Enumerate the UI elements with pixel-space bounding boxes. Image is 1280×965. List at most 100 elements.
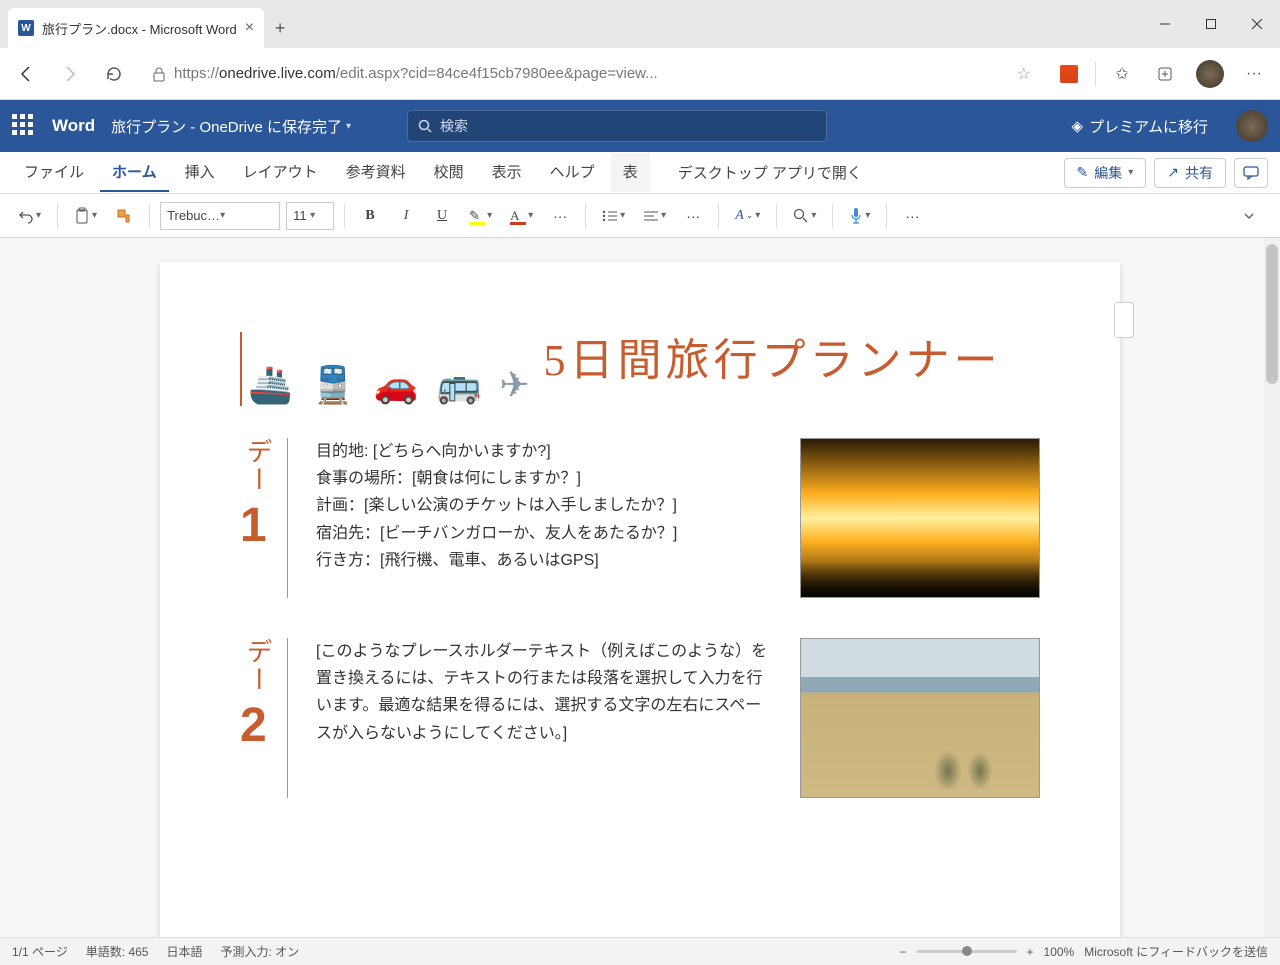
tab-layout[interactable]: レイアウト [231, 153, 330, 192]
day1-label: デー 1 [240, 438, 288, 598]
paste-button[interactable]: ▾ [68, 201, 103, 231]
zoom-in-button[interactable]: + [1027, 945, 1034, 959]
day2-body[interactable]: [このようなプレースホルダーテキスト（例えばこのような）を置き換えるには、テキス… [316, 638, 772, 798]
table-handle[interactable] [1114, 302, 1134, 338]
plane-icon: ✈ [499, 364, 529, 406]
tab-review[interactable]: 校閲 [422, 153, 476, 192]
comments-button[interactable] [1234, 158, 1268, 188]
maximize-button[interactable] [1188, 0, 1234, 48]
more-para-button[interactable]: ··· [678, 201, 708, 231]
train-icon: 🚆 [311, 364, 356, 406]
tab-references[interactable]: 参考資料 [334, 153, 418, 192]
document-page[interactable]: 🚢 🚆 🚗 🚌 ✈ 5日間旅行プランナー デー 1 目的地: [どちらへ向かいま… [160, 262, 1120, 937]
underline-button[interactable]: U [427, 201, 457, 231]
office-icon[interactable] [1051, 56, 1087, 92]
zoom-slider[interactable] [917, 950, 1017, 953]
day2-label: デー 2 [240, 638, 288, 798]
bold-button[interactable]: B [355, 201, 385, 231]
ribbon-toolbar: ▾ ▾ Trebuchet MS (...▾ 11▾ B I U ✎▾ A▾ ·… [0, 194, 1280, 238]
car-icon: 🚗 [374, 364, 419, 406]
premium-button[interactable]: ◈ プレミアムに移行 [1072, 116, 1209, 137]
account-avatar[interactable] [1236, 110, 1268, 142]
star-icon[interactable]: ☆ [1017, 64, 1031, 84]
page-status[interactable]: 1/1 ページ [12, 943, 68, 960]
tab-help[interactable]: ヘルプ [538, 153, 607, 192]
share-button[interactable]: ↗ 共有 [1154, 158, 1226, 188]
word-count[interactable]: 単語数: 465 [86, 943, 149, 960]
dictate-button[interactable]: ▾ [843, 201, 876, 231]
url-box[interactable]: https://onedrive.live.com/edit.aspx?cid=… [140, 56, 1043, 92]
edit-button[interactable]: ✎ 編集 ▾ [1064, 158, 1147, 188]
zoom-out-button[interactable]: − [899, 945, 906, 959]
tab-table[interactable]: 表 [611, 153, 650, 192]
search-input[interactable] [440, 118, 816, 134]
day1-image[interactable] [800, 438, 1040, 598]
tab-title: 旅行プラン.docx - Microsoft Word [42, 19, 237, 38]
browser-address-bar: https://onedrive.live.com/edit.aspx?cid=… [0, 48, 1280, 100]
profile-avatar[interactable] [1192, 56, 1228, 92]
travel-icons: 🚢 🚆 🚗 🚌 ✈ [240, 332, 529, 406]
day-row-1: デー 1 目的地: [どちらへ向かいますか?] 食事の場所：[朝食は何にしますか… [240, 438, 1040, 598]
refresh-button[interactable] [96, 56, 132, 92]
app-launcher-icon[interactable] [12, 114, 36, 138]
predict-status[interactable]: 予測入力: オン [221, 943, 300, 960]
close-window-button[interactable] [1234, 0, 1280, 48]
favorites-icon[interactable]: ✩ [1104, 56, 1140, 92]
share-icon: ↗ [1167, 164, 1179, 181]
window-controls [1142, 0, 1280, 48]
pencil-icon: ✎ [1077, 164, 1089, 181]
ribbon-tabs: ファイル ホーム 挿入 レイアウト 参考資料 校閲 表示 ヘルプ 表 デスクトッ… [0, 152, 1280, 194]
day-row-2: デー 2 [このようなプレースホルダーテキスト（例えばこのような）を置き換えるに… [240, 638, 1040, 798]
day1-body[interactable]: 目的地: [どちらへ向かいますか?] 食事の場所：[朝食は何にしますか？] 計画… [316, 438, 772, 598]
forward-button[interactable] [52, 56, 88, 92]
word-header: Word 旅行プラン - OneDrive に保存完了 ▾ ◈ プレミアムに移行 [0, 100, 1280, 152]
font-size-select[interactable]: 11▾ [286, 202, 334, 230]
ship-icon: 🚢 [248, 364, 293, 406]
browser-tab[interactable]: W 旅行プラン.docx - Microsoft Word × [8, 8, 264, 48]
open-in-desktop[interactable]: デスクトップ アプリで開く [666, 154, 874, 191]
new-tab-button[interactable]: + [264, 8, 296, 48]
url-text: https://onedrive.live.com/edit.aspx?cid=… [174, 65, 1009, 82]
align-button[interactable]: ▾ [637, 201, 672, 231]
collapse-ribbon-icon[interactable] [1242, 209, 1256, 223]
more-font-button[interactable]: ··· [545, 201, 575, 231]
search-box[interactable] [407, 110, 827, 142]
search-icon [418, 119, 432, 133]
zoom-level[interactable]: 100% [1044, 945, 1075, 959]
bullets-button[interactable]: ▾ [596, 201, 631, 231]
tab-view[interactable]: 表示 [480, 153, 534, 192]
tab-close-icon[interactable]: × [245, 19, 254, 37]
back-button[interactable] [8, 56, 44, 92]
undo-button[interactable]: ▾ [12, 201, 47, 231]
scrollbar-thumb[interactable] [1266, 244, 1278, 384]
font-name-select[interactable]: Trebuchet MS (...▾ [160, 202, 280, 230]
feedback-link[interactable]: Microsoft にフィードバックを送信 [1084, 943, 1268, 960]
lock-icon [152, 66, 166, 82]
word-brand: Word [52, 116, 95, 136]
font-color-button[interactable]: A▾ [504, 201, 539, 231]
day2-image[interactable] [800, 638, 1040, 798]
find-button[interactable]: ▾ [787, 201, 822, 231]
italic-button[interactable]: I [391, 201, 421, 231]
highlight-button[interactable]: ✎▾ [463, 201, 498, 231]
styles-button[interactable]: A⌄▾ [729, 201, 766, 231]
vertical-scrollbar[interactable] [1264, 238, 1280, 937]
tab-insert[interactable]: 挿入 [173, 153, 227, 192]
more-commands-button[interactable]: ··· [897, 201, 927, 231]
status-bar: 1/1 ページ 単語数: 465 日本語 予測入力: オン − + 100% M… [0, 937, 1280, 965]
document-canvas[interactable]: 🚢 🚆 🚗 🚌 ✈ 5日間旅行プランナー デー 1 目的地: [どちらへ向かいま… [0, 238, 1280, 937]
diamond-icon: ◈ [1072, 117, 1084, 135]
minimize-button[interactable] [1142, 0, 1188, 48]
comment-icon [1243, 165, 1259, 181]
language-status[interactable]: 日本語 [166, 943, 202, 960]
bus-icon: 🚌 [436, 364, 481, 406]
browser-titlebar: W 旅行プラン.docx - Microsoft Word × + [0, 0, 1280, 48]
tab-file[interactable]: ファイル [12, 153, 96, 192]
document-location[interactable]: 旅行プラン - OneDrive に保存完了 ▾ [111, 116, 351, 137]
word-favicon: W [18, 20, 34, 36]
browser-menu-icon[interactable]: ··· [1236, 56, 1272, 92]
document-title[interactable]: 5日間旅行プランナー [543, 332, 1001, 389]
format-painter-button[interactable] [109, 201, 139, 231]
collections-icon[interactable] [1148, 56, 1184, 92]
tab-home[interactable]: ホーム [100, 153, 169, 192]
